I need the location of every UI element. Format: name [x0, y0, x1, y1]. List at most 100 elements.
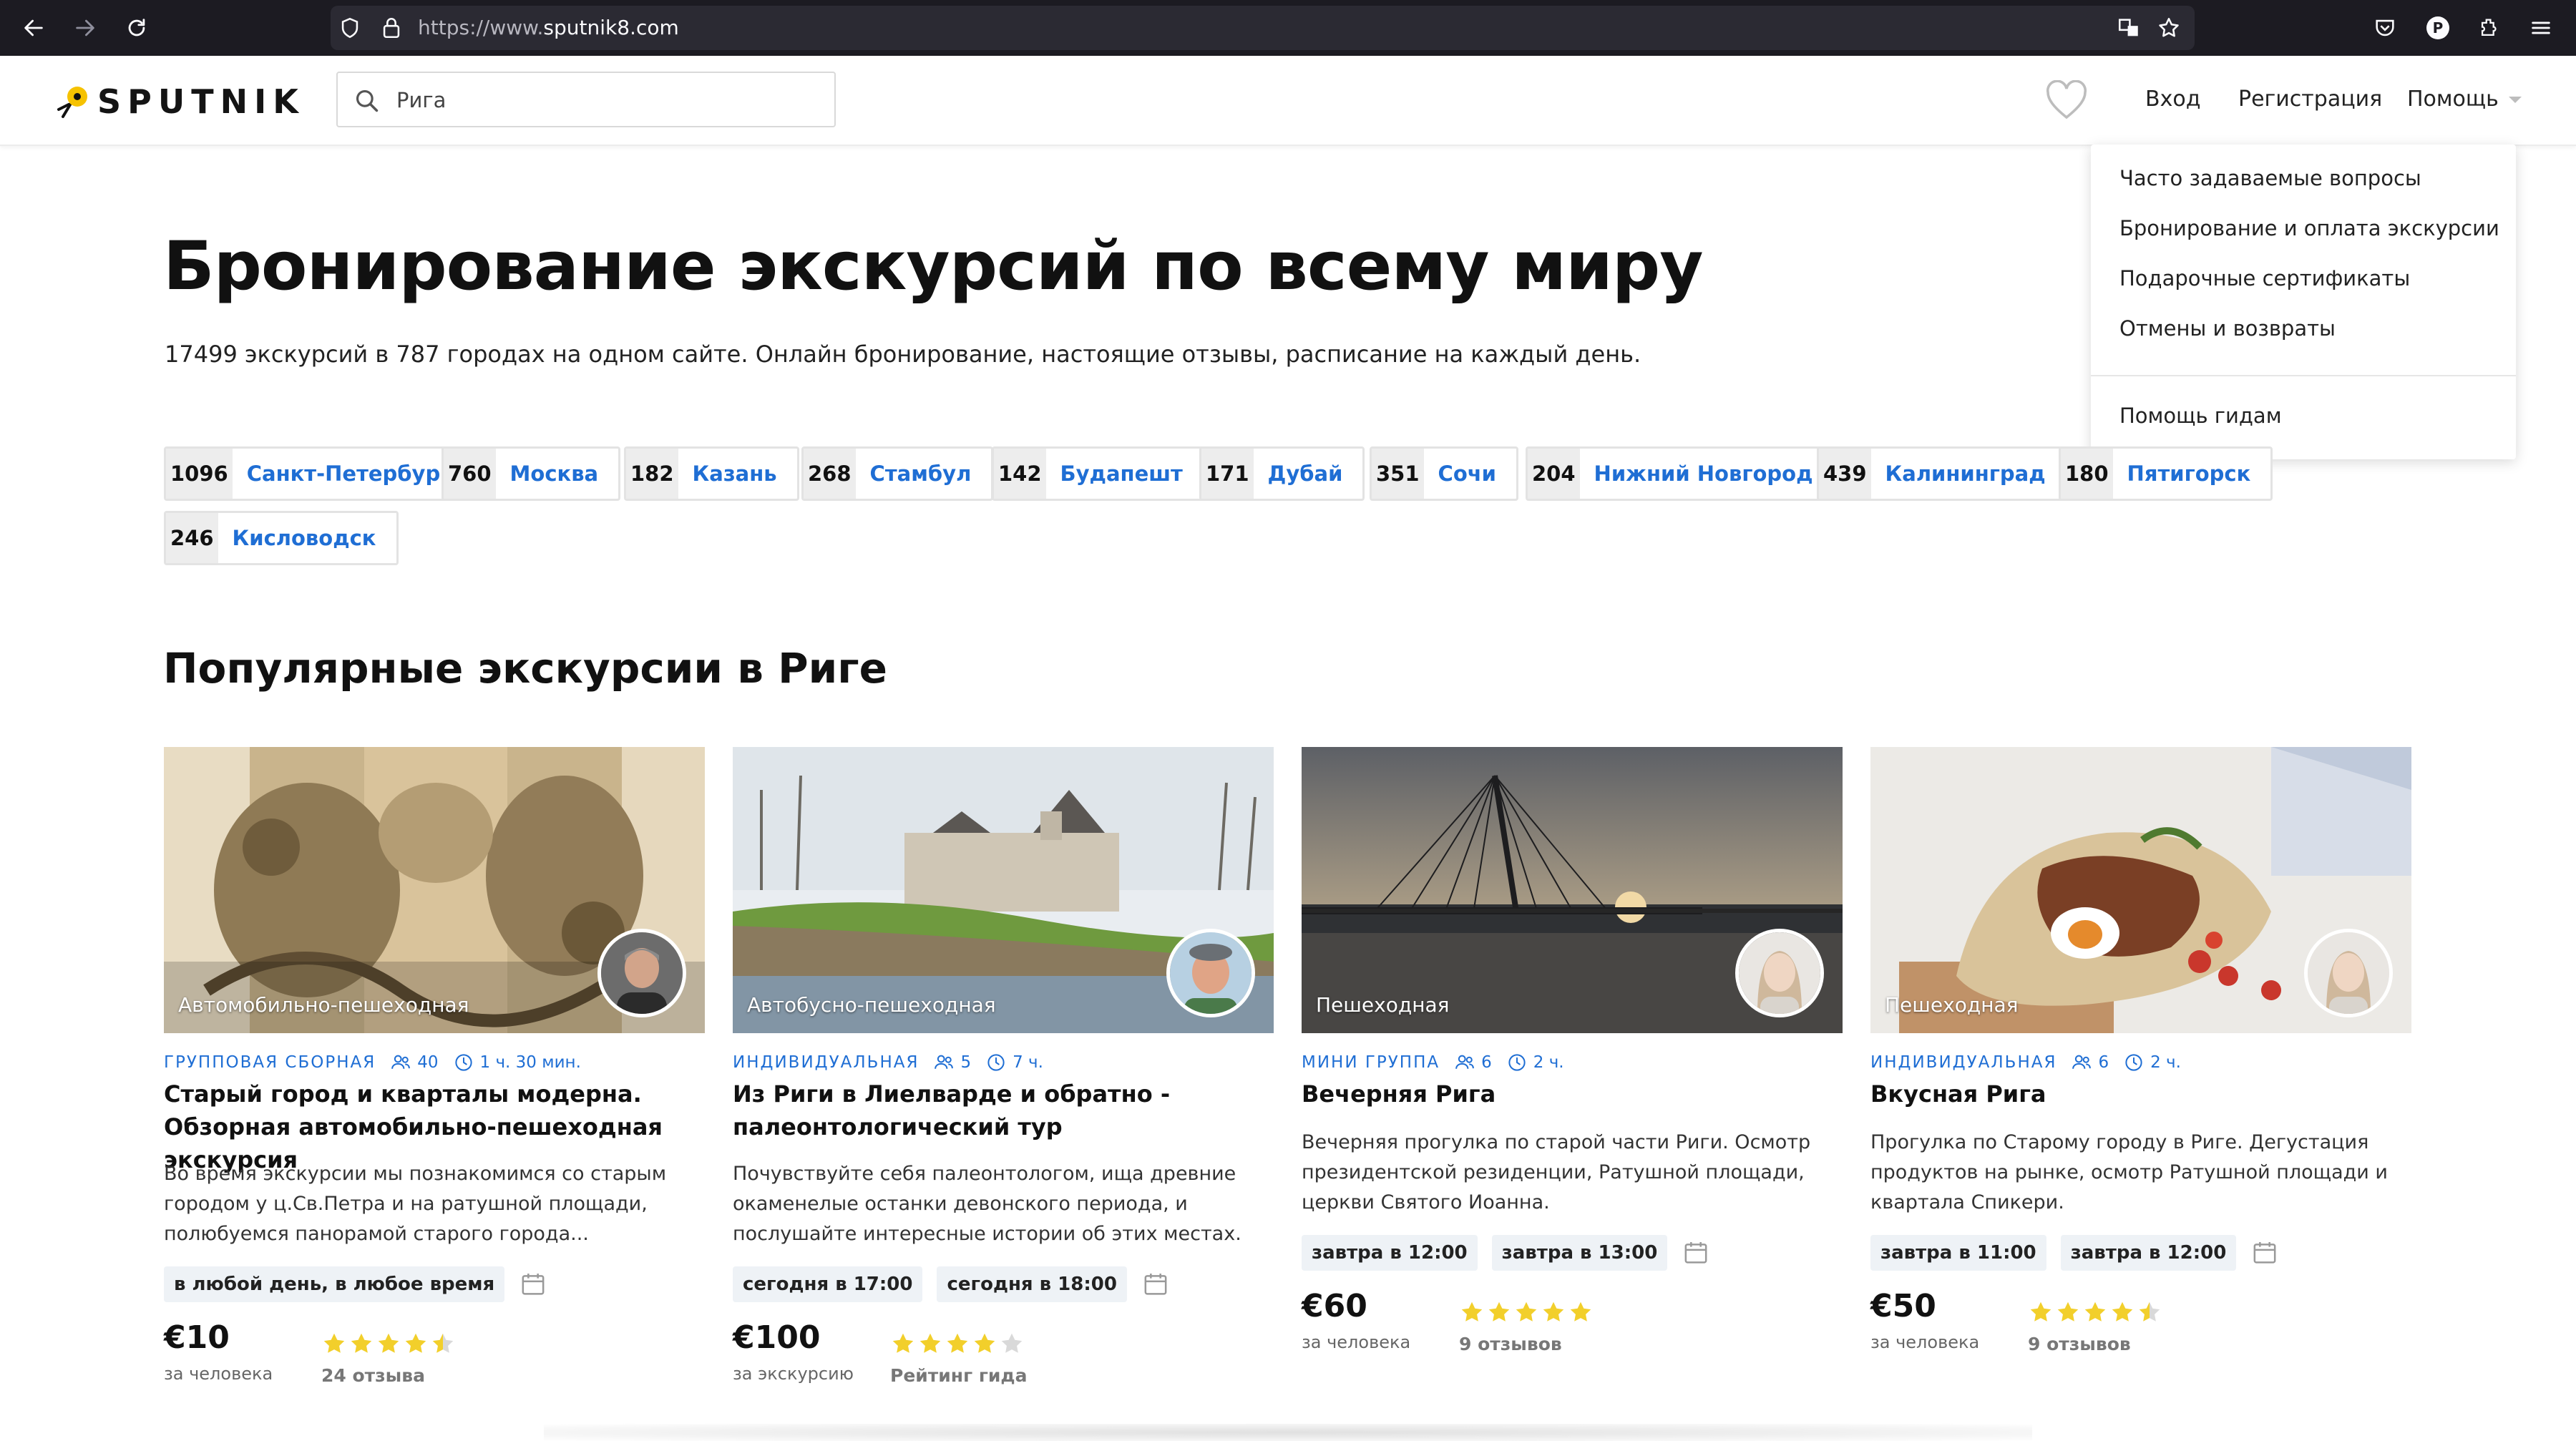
star-icon — [1488, 1301, 1510, 1322]
city-name: Казань — [692, 461, 777, 486]
register-link[interactable]: Регистрация — [2238, 83, 2382, 116]
city-name: Пятигорск — [2127, 461, 2251, 486]
tour-description: Почувствуйте себя палеонтологом, ища дре… — [733, 1163, 1241, 1245]
rating-text[interactable]: Рейтинг гида — [890, 1365, 1027, 1386]
help-menu-item-gift-certificates[interactable]: Подарочные сертификаты — [2119, 266, 2410, 290]
tour-people: 6 — [2098, 1053, 2109, 1072]
tour-image[interactable]: Автобусно-пешеходная — [733, 747, 1274, 1033]
price-unit: за экскурсию — [733, 1364, 854, 1384]
date-option[interactable]: завтра в 12:00 — [2060, 1235, 2237, 1271]
calendar-icon[interactable] — [519, 1270, 547, 1299]
city-name: Калининград — [1885, 461, 2046, 486]
city-chip[interactable]: 1096 Санкт-Петербург — [164, 446, 474, 501]
city-chip[interactable]: 142 Будапешт — [992, 446, 1205, 501]
calendar-icon[interactable] — [1141, 1270, 1170, 1299]
search-input[interactable] — [395, 83, 813, 117]
tour-dates: в любой день, в любое время — [164, 1266, 547, 1302]
rating-text[interactable]: 9 отзывов — [1459, 1334, 1562, 1354]
translate-icon[interactable] — [2117, 16, 2141, 40]
tour-meta: ИНДИВИДУАЛЬНАЯ 6 2 ч. — [1870, 1050, 2195, 1075]
city-chip[interactable]: 204 Нижний Новгород — [1526, 446, 1835, 501]
star-icon — [2084, 1301, 2106, 1322]
search-box[interactable] — [336, 72, 836, 127]
city-chip[interactable]: 760 Москва — [441, 446, 621, 501]
tour-title[interactable]: Вечерняя Рига — [1302, 1078, 1838, 1110]
guide-avatar[interactable] — [1735, 929, 1824, 1017]
favorites-heart-icon[interactable] — [2045, 80, 2088, 120]
help-menu-button[interactable]: Помощь — [2407, 83, 2522, 116]
login-link[interactable]: Вход — [2145, 83, 2200, 116]
tour-dates: завтра в 12:00 завтра в 13:00 — [1302, 1235, 1710, 1271]
tour-price: €10 — [164, 1319, 230, 1356]
guide-avatar[interactable] — [2304, 929, 2393, 1017]
forward-arrow-icon[interactable] — [69, 11, 102, 44]
city-count: 760 — [444, 449, 496, 499]
tour-transport-type: Пешеходная — [1885, 993, 2019, 1017]
tour-price: €100 — [733, 1319, 821, 1356]
city-chip[interactable]: 439 Калининград — [1817, 446, 2068, 501]
help-menu-item-guides[interactable]: Помощь гидам — [2119, 404, 2282, 428]
star-icon — [974, 1333, 995, 1353]
city-name: Санкт-Петербург — [246, 461, 452, 486]
star-icon — [2030, 1301, 2051, 1322]
date-option[interactable]: завтра в 12:00 — [1302, 1235, 1478, 1271]
menu-icon[interactable] — [2524, 11, 2557, 44]
tour-duration: 7 ч. — [1013, 1053, 1043, 1072]
profile-initial: P — [2426, 16, 2449, 39]
tour-image[interactable]: Автомобильно-пешеходная — [164, 747, 705, 1033]
city-chip[interactable]: 171 Дубай — [1199, 446, 1365, 501]
tour-dates: сегодня в 17:00 сегодня в 18:00 — [733, 1266, 1170, 1302]
help-menu-item-faq[interactable]: Часто задаваемые вопросы — [2119, 166, 2421, 190]
city-chip[interactable]: 180 Пятигорск — [2059, 446, 2273, 501]
star-icon — [1543, 1301, 1564, 1322]
tour-title[interactable]: Вкусная Рига — [1870, 1078, 2407, 1110]
profile-avatar[interactable]: P — [2421, 11, 2454, 44]
date-option[interactable]: сегодня в 17:00 — [733, 1266, 923, 1302]
lock-icon[interactable] — [379, 16, 404, 40]
city-count: 439 — [1819, 449, 1871, 499]
calendar-icon[interactable] — [1682, 1239, 1710, 1267]
pocket-icon[interactable] — [2368, 11, 2401, 44]
tour-description: Вечерняя прогулка по старой части Риги. … — [1302, 1131, 1811, 1213]
extensions-icon[interactable] — [2473, 11, 2506, 44]
calendar-icon[interactable] — [2250, 1239, 2279, 1267]
sputnik-logo-icon — [57, 87, 87, 118]
guide-avatar[interactable] — [1166, 929, 1255, 1017]
tour-description: Прогулка по Старому городу в Риге. Дегус… — [1870, 1131, 2388, 1213]
sputnik-logo[interactable]: SPUTNIK — [56, 79, 305, 124]
tour-duration: 2 ч. — [2150, 1053, 2181, 1072]
date-option[interactable]: завтра в 13:00 — [1491, 1235, 1668, 1271]
star-icon — [919, 1333, 941, 1353]
city-chip[interactable]: 351 Сочи — [1370, 446, 1518, 501]
tour-format: ГРУППОВАЯ СБОРНАЯ — [164, 1053, 376, 1072]
city-name: Стамбул — [869, 461, 972, 486]
group-size-icon — [1455, 1055, 1474, 1069]
rating-text[interactable]: 9 отзывов — [2028, 1334, 2131, 1354]
reload-icon[interactable] — [120, 11, 153, 44]
city-chip[interactable]: 268 Стамбул — [801, 446, 994, 501]
star-icon — [378, 1333, 399, 1353]
back-arrow-icon[interactable] — [17, 11, 50, 44]
tracking-shield-icon[interactable] — [338, 16, 362, 40]
section-title: Популярные экскурсии в Риге — [163, 644, 887, 693]
city-count: 142 — [994, 449, 1046, 499]
help-menu-item-refunds[interactable]: Отмены и возвраты — [2119, 316, 2336, 341]
city-chip[interactable]: 182 Казань — [624, 446, 799, 501]
date-option[interactable]: завтра в 11:00 — [1870, 1235, 2046, 1271]
star-icon — [2112, 1301, 2133, 1322]
bookmark-star-icon[interactable] — [2157, 16, 2181, 40]
tour-image[interactable]: Пешеходная — [1870, 747, 2411, 1033]
star-icon — [947, 1333, 968, 1353]
city-chip[interactable]: 246 Кисловодск — [164, 511, 399, 565]
date-option[interactable]: в любой день, в любое время — [164, 1266, 505, 1302]
city-count: 171 — [1201, 449, 1254, 499]
tour-title[interactable]: Из Риги в Лиелварде и обратно - палеонто… — [733, 1078, 1269, 1143]
help-menu-item-booking[interactable]: Бронирование и оплата экскурсии — [2119, 216, 2499, 240]
star-icon — [432, 1333, 454, 1353]
tour-transport-type: Автобусно-пешеходная — [747, 993, 996, 1017]
tour-image[interactable]: Пешеходная — [1302, 747, 1843, 1033]
rating-text[interactable]: 24 отзыва — [321, 1365, 425, 1386]
guide-avatar[interactable] — [597, 929, 686, 1017]
tour-people: 40 — [417, 1053, 439, 1072]
date-option[interactable]: сегодня в 18:00 — [937, 1266, 1127, 1302]
